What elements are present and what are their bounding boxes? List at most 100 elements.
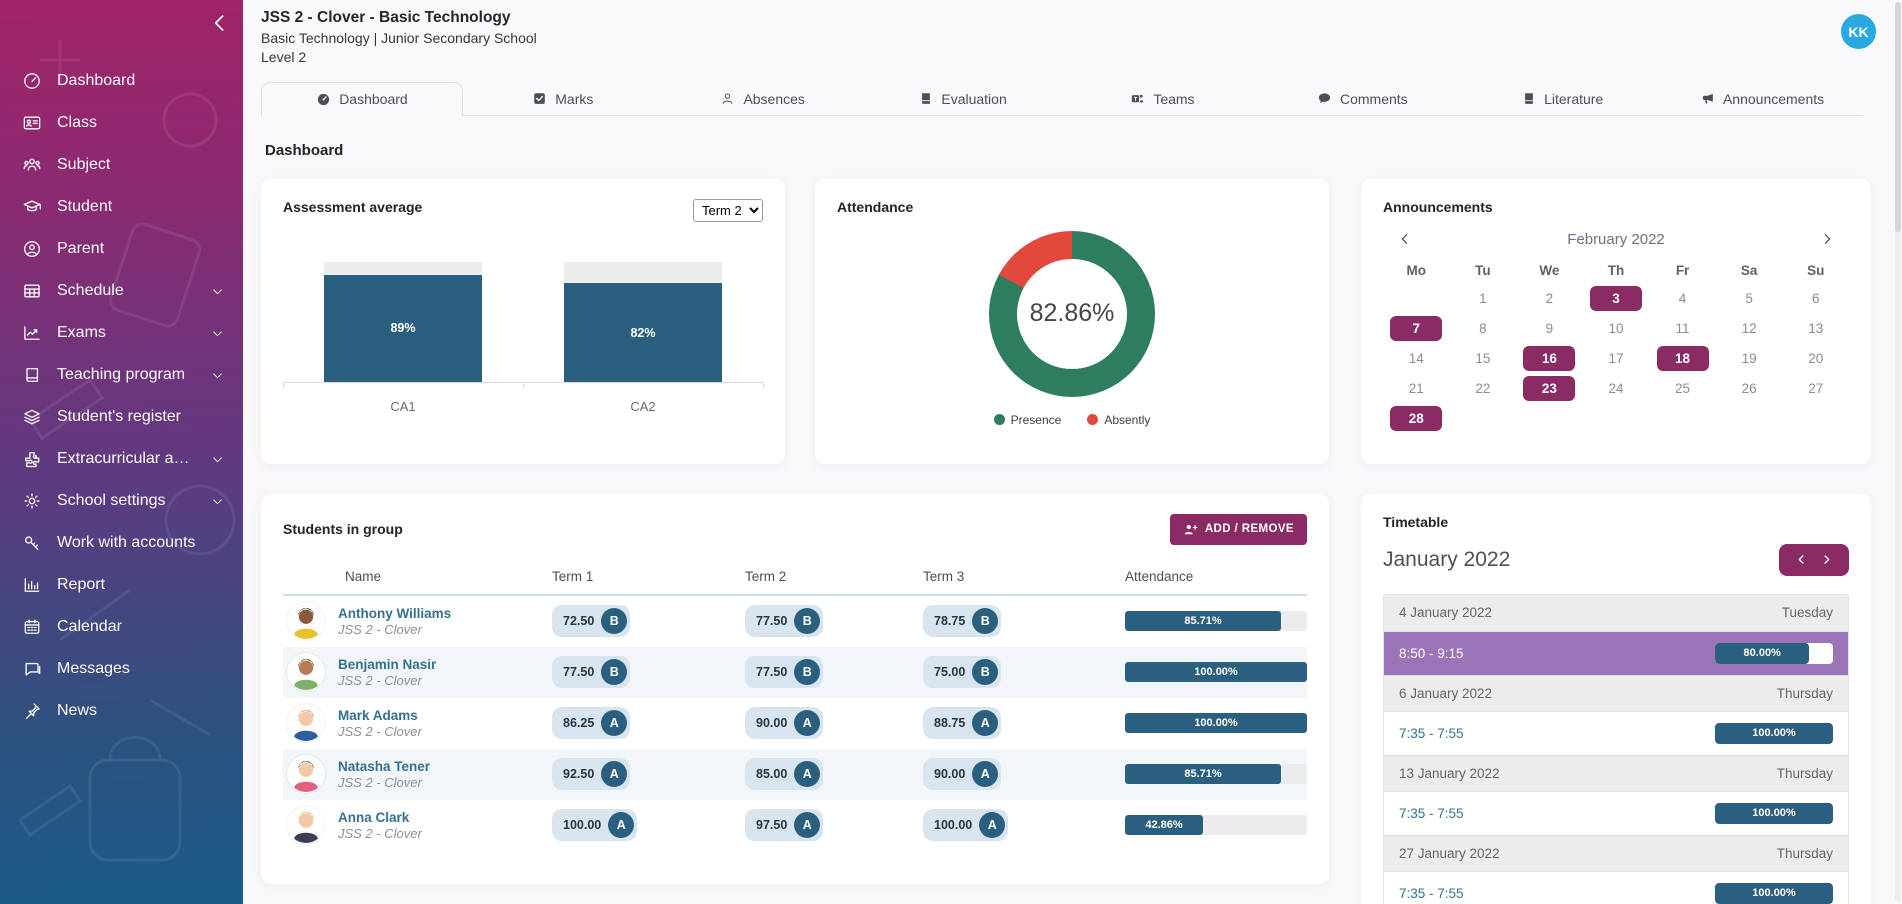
calendar-day-14[interactable]: 14	[1383, 346, 1450, 372]
calendar-day-4[interactable]: 4	[1649, 286, 1716, 312]
sidebar-item-work-with-accounts[interactable]: Work with accounts	[0, 522, 243, 564]
calendar-day-16[interactable]: 16	[1516, 346, 1583, 372]
calendar-day-7[interactable]: 7	[1383, 316, 1450, 342]
sidebar-item-subject[interactable]: Subject	[0, 144, 243, 186]
calendar-day-23[interactable]: 23	[1516, 376, 1583, 402]
highlighted-day: 3	[1590, 286, 1642, 311]
calendar-day-8[interactable]: 8	[1450, 316, 1517, 342]
term-2-grade: 85.00 A	[745, 758, 823, 790]
session-time-link[interactable]: 8:50 - 9:15	[1399, 646, 1464, 661]
grade-badge: B	[794, 659, 820, 685]
chevron-down-icon	[210, 326, 225, 341]
calendar-day-1[interactable]: 1	[1450, 286, 1517, 312]
sidebar-item-class[interactable]: Class	[0, 102, 243, 144]
tab-label: Comments	[1340, 91, 1408, 107]
sidebar-item-student-s-register[interactable]: Student's register	[0, 396, 243, 438]
sidebar-item-label: News	[57, 702, 97, 720]
sidebar-item-parent[interactable]: Parent	[0, 228, 243, 270]
calendar-day-3[interactable]: 3	[1583, 286, 1650, 312]
timetable-title: Timetable	[1383, 514, 1849, 530]
grade-badge: A	[979, 812, 1005, 838]
tab-marks[interactable]: Marks	[463, 83, 663, 115]
calendar-day-24[interactable]: 24	[1583, 376, 1650, 402]
calendar-day-9[interactable]: 9	[1516, 316, 1583, 342]
calendar-prev-button[interactable]	[1397, 231, 1413, 249]
tab-announcements[interactable]: Announcements	[1662, 83, 1862, 115]
calendar-day-2[interactable]: 2	[1516, 286, 1583, 312]
sidebar-item-label: Subject	[57, 156, 110, 174]
timetable-date: 13 January 2022	[1399, 766, 1500, 781]
calendar-day-20[interactable]: 20	[1782, 346, 1849, 372]
calendar-day-6[interactable]: 6	[1782, 286, 1849, 312]
student-name-link[interactable]: Benjamin Nasir	[338, 657, 436, 672]
line-chart-icon	[22, 323, 42, 343]
bar-value-label: 82%	[630, 326, 655, 340]
user-avatar[interactable]: KK	[1841, 14, 1876, 49]
sidebar-item-dashboard[interactable]: Dashboard	[0, 60, 243, 102]
tab-literature[interactable]: Literature	[1462, 83, 1662, 115]
sidebar-item-messages[interactable]: Messages	[0, 648, 243, 690]
calendar-day-5[interactable]: 5	[1716, 286, 1783, 312]
sidebar-item-label: Dashboard	[57, 72, 135, 90]
tab-evaluation[interactable]: Evaluation	[863, 83, 1063, 115]
weekday-label: Mo	[1383, 263, 1450, 278]
calendar-next-button[interactable]	[1819, 231, 1835, 249]
student-name-link[interactable]: Natasha Tener	[338, 759, 430, 774]
attendance-bar: 42.86%	[1125, 815, 1307, 835]
calendar-day-10[interactable]: 10	[1583, 316, 1650, 342]
calendar-day-12[interactable]: 12	[1716, 316, 1783, 342]
dashboard-content: Assessment average Term 2 89% 82% CA1CA2…	[243, 159, 1902, 904]
sidebar-item-school-settings[interactable]: School settings	[0, 480, 243, 522]
student-name-link[interactable]: Anthony Williams	[338, 606, 451, 621]
weekday-label: We	[1516, 263, 1583, 278]
weekday-label: Su	[1782, 263, 1849, 278]
announcements-title: Announcements	[1383, 199, 1849, 215]
calendar-day-26[interactable]: 26	[1716, 376, 1783, 402]
sidebar-item-extracurricular-activ[interactable]: Extracurricular activ...	[0, 438, 243, 480]
calendar-day-13[interactable]: 13	[1782, 316, 1849, 342]
sidebar-collapse-button[interactable]	[207, 10, 233, 36]
sidebar-item-exams[interactable]: Exams	[0, 312, 243, 354]
tab-comments[interactable]: Comments	[1262, 83, 1462, 115]
score-value: 77.50	[563, 665, 594, 679]
calendar-empty-cell	[1649, 406, 1716, 432]
student-name-link[interactable]: Anna Clark	[338, 810, 422, 825]
student-avatar	[287, 806, 325, 844]
student-name-link[interactable]: Mark Adams	[338, 708, 422, 723]
calendar-day-18[interactable]: 18	[1649, 346, 1716, 372]
student-row-natasha-tener: Natasha Tener JSS 2 - Clover 92.50 A 85.…	[283, 749, 1307, 800]
calendar-day-11[interactable]: 11	[1649, 316, 1716, 342]
x-axis	[283, 382, 763, 383]
session-time-link[interactable]: 7:35 - 7:55	[1399, 726, 1464, 741]
calendar-day-21[interactable]: 21	[1383, 376, 1450, 402]
term-3-grade: 88.75 A	[923, 707, 1001, 739]
term-select[interactable]: Term 2	[693, 199, 763, 222]
sidebar-item-calendar[interactable]: Calendar	[0, 606, 243, 648]
calendar-day-19[interactable]: 19	[1716, 346, 1783, 372]
tab-absences[interactable]: Absences	[663, 83, 863, 115]
sidebar-item-news[interactable]: News	[0, 690, 243, 732]
tab-label: Teams	[1153, 91, 1194, 107]
session-time-link[interactable]: 7:35 - 7:55	[1399, 886, 1464, 901]
page-scrollbar[interactable]	[1895, 2, 1901, 902]
calendar-day-28[interactable]: 28	[1383, 406, 1450, 432]
calendar-day-25[interactable]: 25	[1649, 376, 1716, 402]
main-area: JSS 2 - Clover - Basic Technology Basic …	[243, 0, 1902, 904]
timetable-prev-button[interactable]	[1795, 551, 1808, 569]
tab-teams[interactable]: Teams	[1063, 83, 1263, 115]
attendance-percentage: 82.86%	[1030, 299, 1115, 328]
sidebar-item-schedule[interactable]: Schedule	[0, 270, 243, 312]
tab-dashboard[interactable]: Dashboard	[261, 82, 463, 116]
add-remove-button[interactable]: ADD / REMOVE	[1170, 514, 1307, 545]
calendar-day-17[interactable]: 17	[1583, 346, 1650, 372]
timetable-next-button[interactable]	[1820, 551, 1833, 569]
sidebar-item-report[interactable]: Report	[0, 564, 243, 606]
attendance-bar: 100.00%	[1125, 713, 1307, 733]
legend-label: Presence	[1011, 413, 1062, 427]
calendar-day-15[interactable]: 15	[1450, 346, 1517, 372]
sidebar-item-student[interactable]: Student	[0, 186, 243, 228]
session-time-link[interactable]: 7:35 - 7:55	[1399, 806, 1464, 821]
calendar-day-27[interactable]: 27	[1782, 376, 1849, 402]
calendar-day-22[interactable]: 22	[1450, 376, 1517, 402]
sidebar-item-teaching-program[interactable]: Teaching program	[0, 354, 243, 396]
